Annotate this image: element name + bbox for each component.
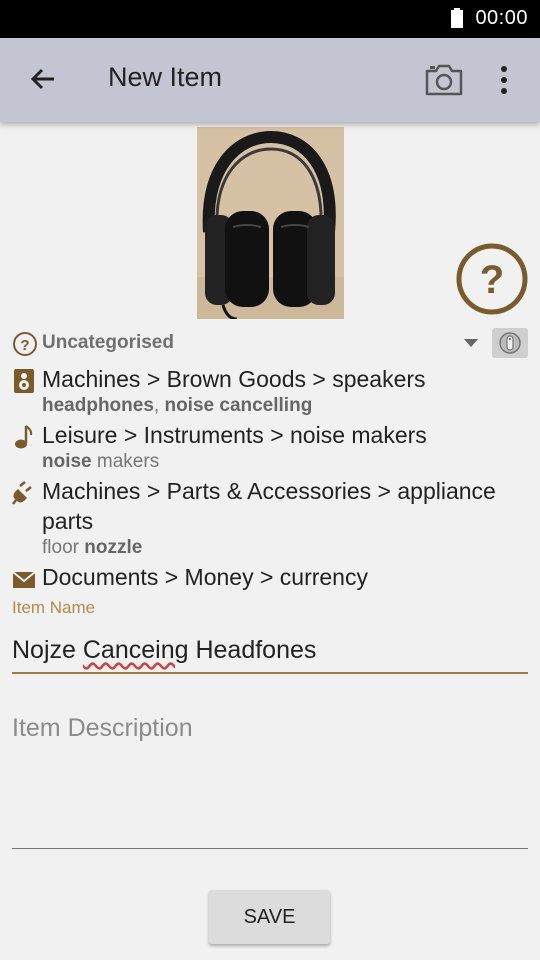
category-suggestion[interactable]: Machines > Brown Goods > speakers headph… xyxy=(12,364,528,418)
info-button[interactable] xyxy=(492,328,528,358)
mail-icon xyxy=(12,571,36,588)
category-tags: floor nozzle xyxy=(42,537,143,558)
svg-text:?: ? xyxy=(20,337,29,354)
item-description-placeholder: Item Description xyxy=(12,714,193,742)
category-suggestions: Machines > Brown Goods > speakers headph… xyxy=(12,364,528,592)
svg-text:?: ? xyxy=(480,258,504,302)
page-title: New Item xyxy=(108,62,223,92)
music-note-icon xyxy=(15,425,33,449)
arrow-back-icon[interactable] xyxy=(24,62,60,98)
category-label: Uncategorised xyxy=(42,332,174,353)
category-selector[interactable]: ? Uncategorised xyxy=(12,328,528,358)
plug-icon xyxy=(12,481,32,505)
category-suggestion[interactable]: Machines > Parts & Accessories > applian… xyxy=(12,476,528,560)
category-tags: headphones, noise cancelling xyxy=(42,395,313,416)
info-icon xyxy=(499,332,521,354)
category-path: Machines > Brown Goods > speakers xyxy=(42,366,426,392)
more-vert-icon[interactable] xyxy=(494,62,514,98)
item-name-input[interactable]: Nojze Canceing Headfones xyxy=(12,628,528,674)
category-suggestion[interactable]: Leisure > Instruments > noise makers noi… xyxy=(12,420,528,474)
save-button[interactable]: SAVE xyxy=(209,890,330,944)
battery-icon xyxy=(451,8,463,28)
speaker-icon xyxy=(14,369,34,393)
status-bar: 00:00 xyxy=(0,0,540,38)
dropdown-arrow-icon[interactable] xyxy=(464,338,478,348)
camera-icon[interactable] xyxy=(424,62,464,98)
category-path: Documents > Money > currency xyxy=(42,564,368,590)
item-description-input[interactable]: Item Description xyxy=(12,700,528,849)
question-icon: ? xyxy=(13,332,37,356)
category-path: Machines > Parts & Accessories > applian… xyxy=(42,478,496,534)
item-name-label: Item Name xyxy=(12,598,96,617)
category-suggestion[interactable]: Documents > Money > currency xyxy=(12,562,528,592)
help-icon[interactable]: ? xyxy=(455,242,529,316)
item-photo[interactable] xyxy=(197,127,344,319)
app-bar: New Item xyxy=(0,38,540,122)
category-path: Leisure > Instruments > noise makers xyxy=(42,422,427,448)
category-tags: noise makers xyxy=(42,451,160,472)
status-time: 00:00 xyxy=(475,7,528,29)
